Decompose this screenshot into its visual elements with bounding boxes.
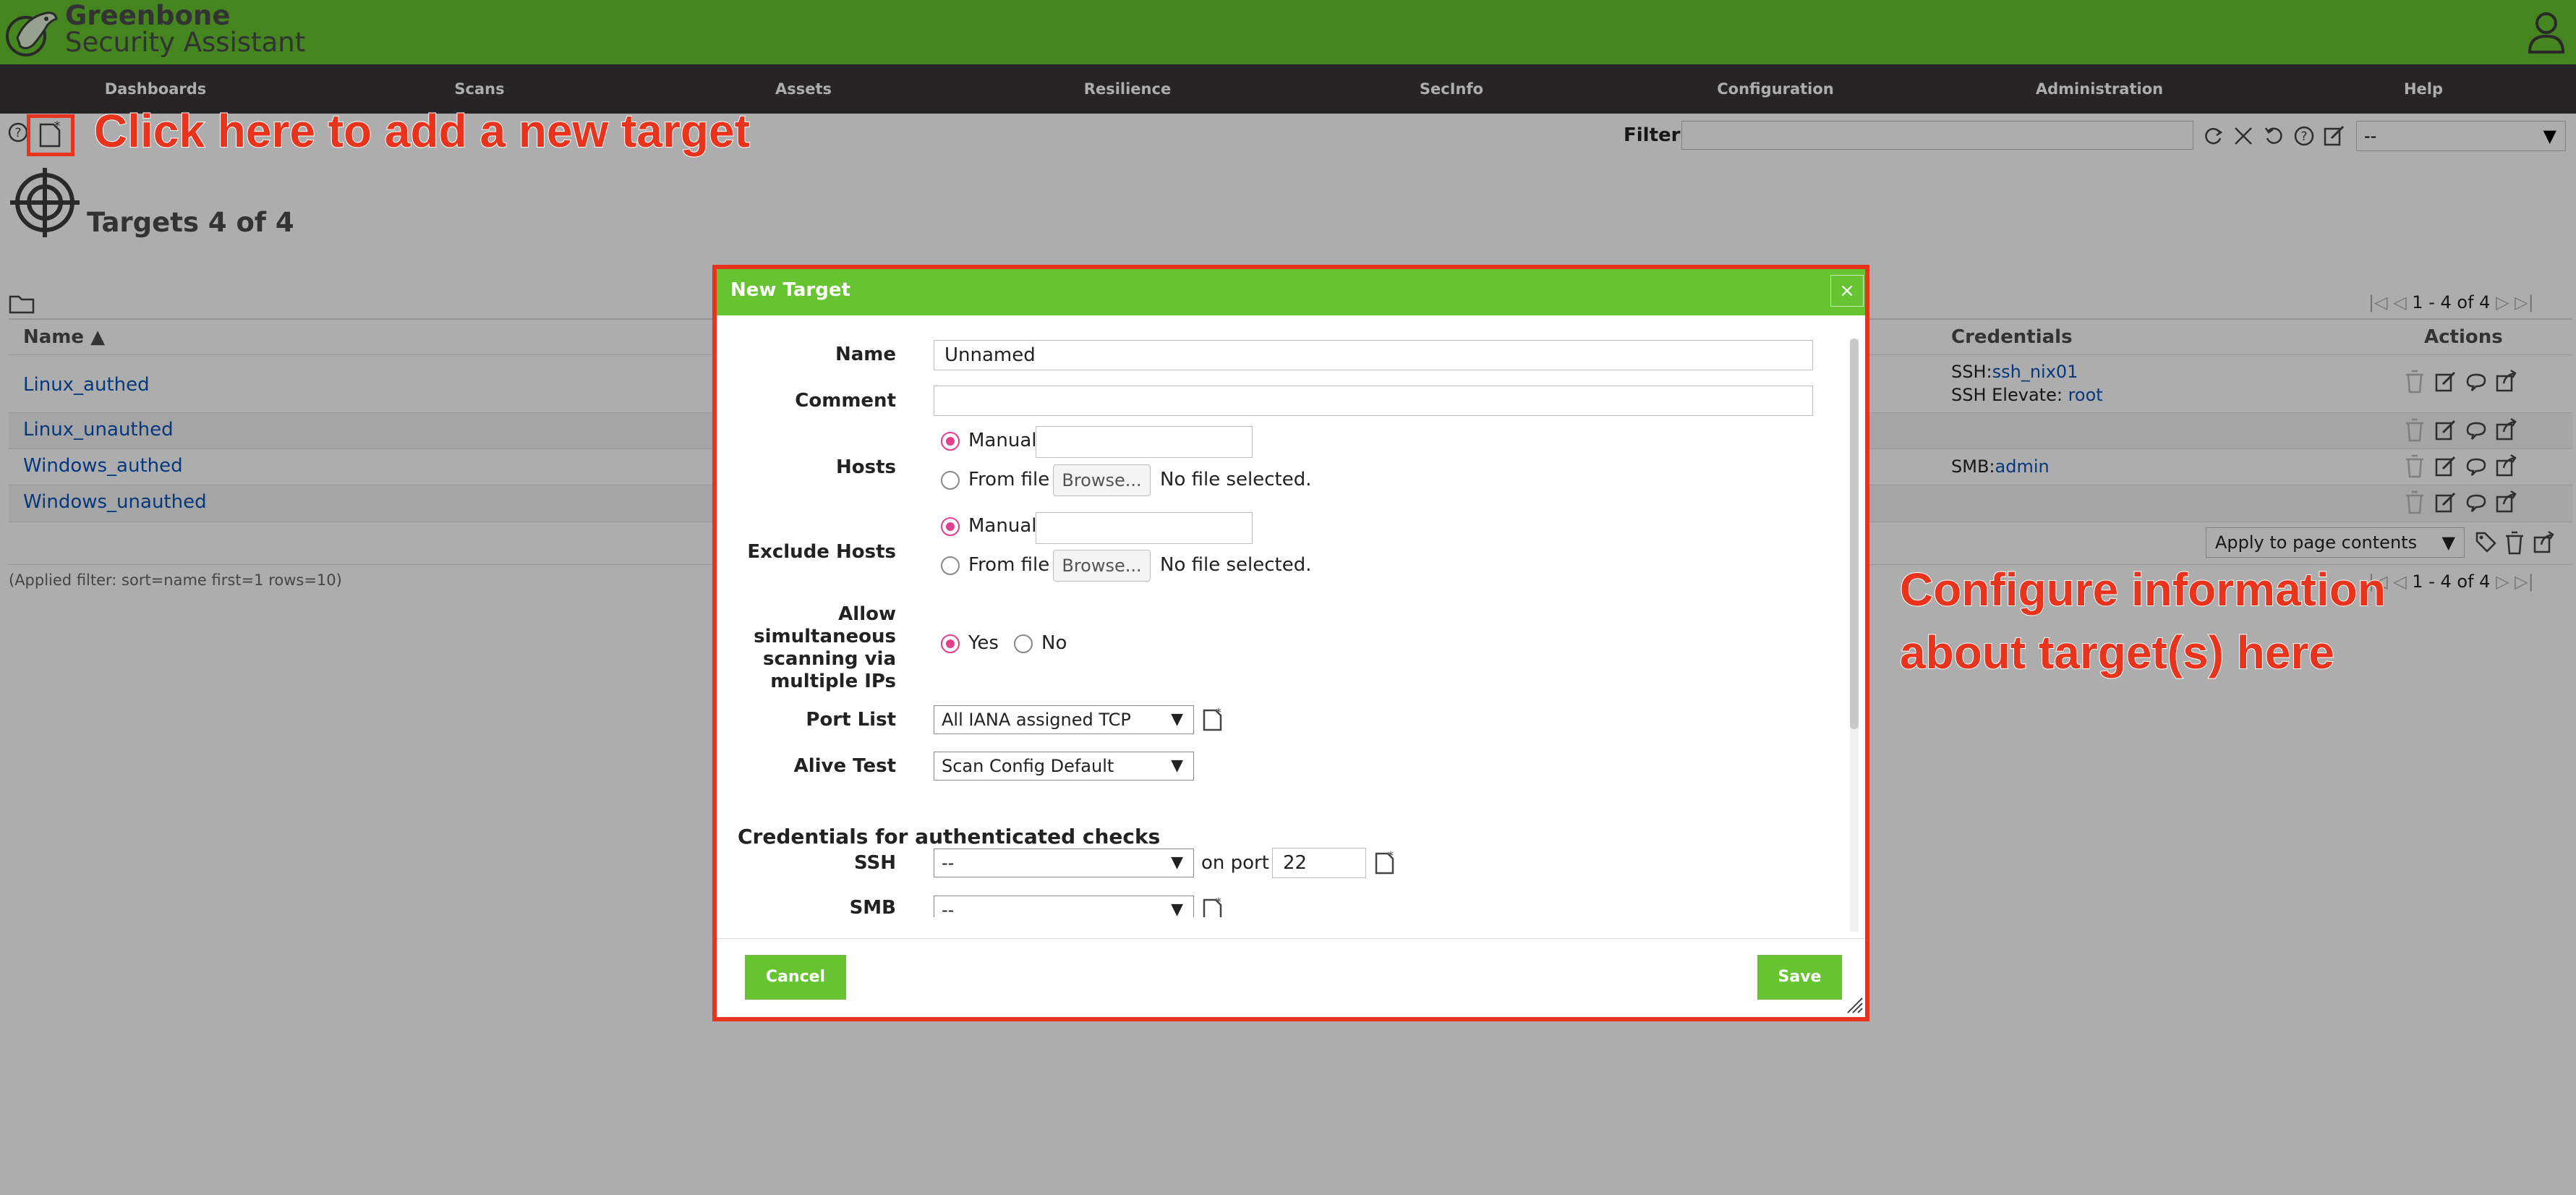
exclude-file-label: From file (968, 554, 1050, 576)
exclude-browse-button[interactable]: Browse... (1053, 550, 1151, 582)
simultaneous-yes-label: Yes (968, 632, 999, 654)
comment-input[interactable] (934, 386, 1813, 416)
exclude-manual-input[interactable] (1036, 512, 1253, 544)
exclude-manual-radio[interactable] (941, 517, 960, 536)
name-input[interactable]: Unnamed (934, 340, 1813, 370)
resize-handle-icon[interactable] (1842, 992, 1864, 1014)
exclude-no-file-text: No file selected. (1160, 554, 1312, 576)
chevron-down-icon: ▼ (1171, 710, 1183, 728)
new-target-dialog: New Target × Name Unnamed Comment Hosts … (712, 265, 1869, 1021)
label-line: simultaneous (754, 626, 896, 647)
label-line: Allow (838, 603, 896, 625)
annotation-add-target: Click here to add a new target (93, 104, 751, 158)
simultaneous-no-label: No (1041, 632, 1067, 654)
hosts-file-radio[interactable] (941, 471, 960, 490)
label-line: scanning via (763, 648, 896, 670)
simultaneous-no-radio[interactable] (1014, 634, 1033, 653)
comment-label: Comment (795, 390, 896, 412)
new-port-list-icon[interactable]: * (1202, 707, 1224, 732)
smb-credential-value: -- (942, 900, 955, 917)
exclude-manual-label: Manual (968, 515, 1037, 537)
close-icon[interactable]: × (1830, 275, 1864, 307)
smb-credential-select[interactable]: -- ▼ (934, 896, 1194, 917)
dialog-title: New Target (730, 279, 850, 301)
exclude-hosts-label: Exclude Hosts (747, 541, 896, 563)
chevron-down-icon: ▼ (1171, 757, 1183, 775)
smb-row-clip: SMB -- ▼ * (717, 896, 1845, 917)
alive-test-label: Alive Test (793, 755, 896, 777)
svg-text:*: * (1216, 707, 1221, 719)
new-ssh-credential-icon[interactable]: * (1374, 851, 1396, 875)
credentials-heading: Credentials for authenticated checks (738, 825, 1161, 849)
annotation-configure-line2: about target(s) here (1899, 626, 2335, 679)
exclude-file-radio[interactable] (941, 556, 960, 575)
hosts-browse-button[interactable]: Browse... (1053, 464, 1151, 496)
annotation-configure-line1: Configure information (1899, 563, 2387, 616)
new-smb-credential-icon[interactable]: * (1202, 897, 1224, 917)
hosts-manual-radio[interactable] (941, 432, 960, 451)
hosts-manual-input[interactable] (1036, 426, 1253, 458)
svg-text:*: * (1216, 897, 1221, 909)
port-list-select[interactable]: All IANA assigned TCP ▼ (934, 705, 1194, 734)
dialog-footer-divider (717, 938, 1865, 939)
ssh-label: SSH (853, 852, 896, 874)
alive-test-value: Scan Config Default (942, 756, 1114, 776)
simultaneous-yes-radio[interactable] (941, 634, 960, 653)
annotation-highlight-box (27, 114, 74, 156)
hosts-manual-label: Manual (968, 430, 1037, 451)
label-line: multiple IPs (770, 671, 896, 692)
chevron-down-icon: ▼ (1171, 901, 1183, 917)
ssh-port-input[interactable]: 22 (1272, 848, 1366, 878)
dialog-scrollbar-thumb[interactable] (1850, 339, 1859, 729)
allow-simultaneous-label: Allow simultaneous scanning via multiple… (708, 603, 896, 693)
hosts-no-file-text: No file selected. (1160, 469, 1312, 490)
svg-text:*: * (1388, 851, 1394, 862)
ssh-credential-select[interactable]: -- ▼ (934, 849, 1194, 877)
on-port-label: on port (1201, 852, 1269, 874)
hosts-label: Hosts (835, 456, 896, 478)
smb-label: SMB (849, 897, 896, 917)
name-label: Name (835, 344, 896, 365)
save-button[interactable]: Save (1757, 955, 1842, 1000)
alive-test-select[interactable]: Scan Config Default ▼ (934, 752, 1194, 781)
hosts-file-label: From file (968, 469, 1050, 490)
dialog-header[interactable] (717, 269, 1865, 315)
port-list-value: All IANA assigned TCP (942, 710, 1131, 730)
ssh-credential-value: -- (942, 853, 955, 873)
chevron-down-icon: ▼ (1171, 854, 1183, 872)
port-list-label: Port List (806, 709, 896, 731)
cancel-button[interactable]: Cancel (745, 955, 846, 1000)
